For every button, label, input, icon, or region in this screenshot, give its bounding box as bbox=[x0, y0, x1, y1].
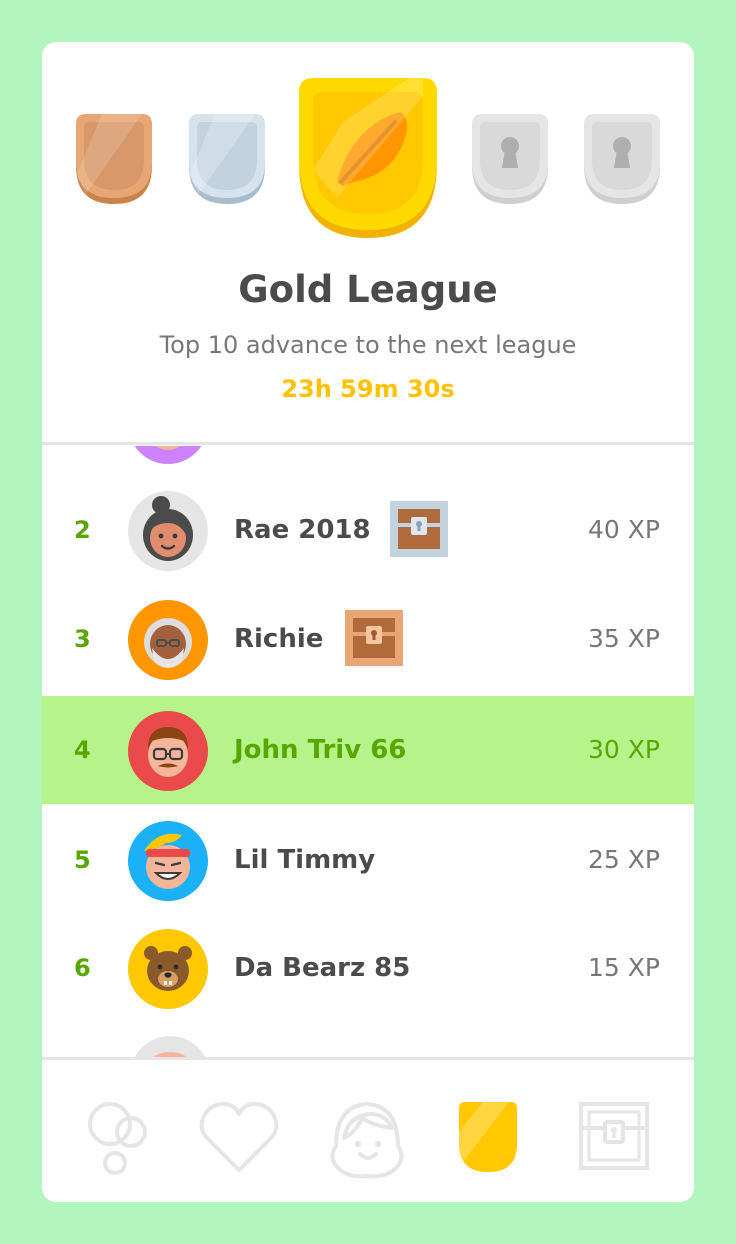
shop-chest-icon[interactable] bbox=[569, 1092, 659, 1182]
leaderboard-row[interactable]: 5 Lil Timmy 25 XP bbox=[42, 806, 694, 914]
avatar bbox=[128, 711, 208, 791]
xp-value: 30 XP bbox=[588, 735, 660, 764]
league-timer: 23h 59m 30s bbox=[281, 375, 455, 403]
bronze-chest-icon bbox=[345, 610, 403, 666]
nav-divider bbox=[42, 1057, 694, 1060]
rank-number: 6 bbox=[74, 954, 91, 982]
rank-number: 5 bbox=[74, 846, 91, 874]
locked-league-icon[interactable] bbox=[468, 114, 552, 208]
leaderboard-list[interactable]: 2 Rae 2018 40 XP 3 Richie 35 XP 4 John T… bbox=[42, 446, 694, 1058]
avatar bbox=[128, 600, 208, 680]
username: Rae 2018 bbox=[234, 515, 371, 545]
silver-chest-icon bbox=[390, 501, 448, 557]
learn-bubbles-icon[interactable] bbox=[72, 1092, 162, 1182]
avatar bbox=[134, 1036, 206, 1058]
league-shield-icon[interactable] bbox=[443, 1092, 533, 1182]
username: Da Bearz 85 bbox=[234, 953, 411, 983]
avatar bbox=[134, 446, 202, 464]
leaderboard-row[interactable]: 2 Rae 2018 40 XP bbox=[42, 476, 694, 584]
leaderboard-row[interactable]: 6 Da Bearz 85 15 XP bbox=[42, 914, 694, 1022]
league-header: Gold League Top 10 advance to the next l… bbox=[42, 42, 694, 444]
rank-number: 4 bbox=[74, 736, 91, 764]
rank-number: 3 bbox=[74, 625, 91, 653]
xp-value: 35 XP bbox=[588, 624, 660, 653]
header-divider bbox=[42, 442, 694, 445]
username: Richie bbox=[234, 624, 324, 654]
avatar bbox=[128, 491, 208, 571]
xp-value: 40 XP bbox=[588, 515, 660, 544]
bronze-league-icon[interactable] bbox=[72, 114, 156, 208]
rank-number: 2 bbox=[74, 516, 91, 544]
heart-icon[interactable] bbox=[194, 1092, 284, 1182]
bottom-nav bbox=[42, 1062, 694, 1202]
silver-league-icon[interactable] bbox=[185, 114, 269, 208]
leaderboard-row-current-user[interactable]: 4 John Triv 66 30 XP bbox=[42, 696, 694, 804]
profile-icon[interactable] bbox=[322, 1092, 412, 1182]
username: John Triv 66 bbox=[234, 735, 407, 765]
xp-value: 25 XP bbox=[588, 845, 660, 874]
leaderboard-row[interactable]: 3 Richie 35 XP bbox=[42, 585, 694, 693]
locked-league-icon[interactable] bbox=[580, 114, 664, 208]
league-subtitle: Top 10 advance to the next league bbox=[159, 331, 577, 359]
xp-value: 15 XP bbox=[588, 953, 660, 982]
username: Lil Timmy bbox=[234, 845, 376, 875]
leaderboard-card: Gold League Top 10 advance to the next l… bbox=[42, 42, 694, 1202]
avatar bbox=[128, 821, 208, 901]
league-title: Gold League bbox=[238, 268, 498, 311]
gold-league-icon[interactable] bbox=[297, 78, 439, 242]
avatar bbox=[128, 929, 208, 1009]
